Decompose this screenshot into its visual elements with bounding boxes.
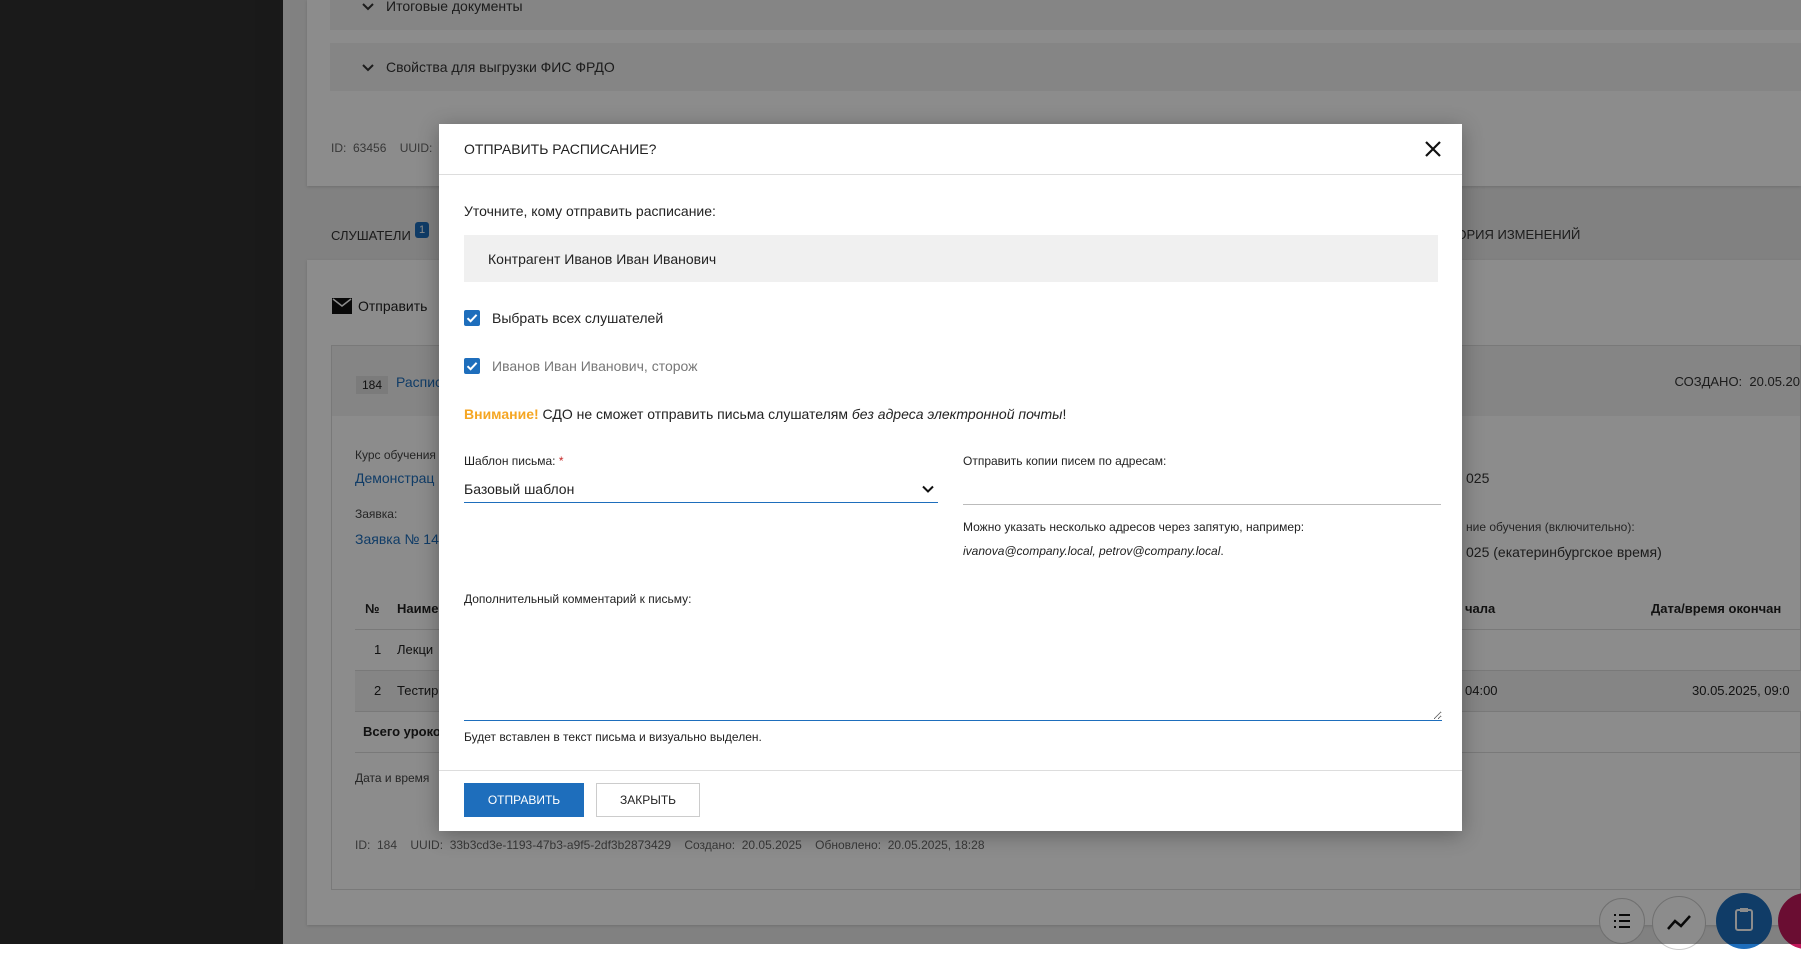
copies-hint-text: Можно указать несколько адресов через за… bbox=[963, 520, 1305, 534]
template-label-text: Шаблон письма: bbox=[464, 454, 556, 468]
checkbox-checked-icon[interactable] bbox=[464, 310, 480, 326]
warning-text: СДО не сможет отправить письма слушателя… bbox=[538, 406, 852, 422]
warning-strong: Внимание! bbox=[464, 406, 539, 422]
send-schedule-dialog: ОТПРАВИТЬ РАСПИСАНИЕ? Уточните, кому отп… bbox=[439, 124, 1462, 831]
warning-tail: ! bbox=[1062, 406, 1067, 422]
copies-hint-tail: . bbox=[1220, 544, 1224, 558]
copies-hint-example-line: ivanova@company.local, petrov@company.lo… bbox=[963, 539, 1437, 563]
copies-hint: Можно указать несколько адресов через за… bbox=[963, 515, 1437, 563]
recipient-field: Контрагент Иванов Иван Иванович bbox=[464, 235, 1438, 282]
template-label: Шаблон письма: * bbox=[464, 454, 564, 468]
copies-label: Отправить копии писем по адресам: bbox=[963, 454, 1167, 468]
template-value: Базовый шаблон bbox=[464, 481, 575, 497]
comment-label: Дополнительный комментарий к письму: bbox=[464, 592, 692, 606]
comment-hint: Будет вставлен в текст письма и визуальн… bbox=[464, 730, 762, 744]
warning-message: Внимание! СДО не сможет отправить письма… bbox=[464, 406, 1066, 422]
dialog-header: ОТПРАВИТЬ РАСПИСАНИЕ? bbox=[439, 124, 1462, 175]
copies-hint-example: ivanova@company.local, petrov@company.lo… bbox=[963, 544, 1221, 558]
copies-email-input[interactable] bbox=[963, 476, 1441, 505]
comment-textarea[interactable] bbox=[464, 612, 1442, 721]
recipient-value: Контрагент Иванов Иван Иванович bbox=[488, 251, 717, 267]
close-button[interactable]: ЗАКРЫТЬ bbox=[596, 783, 700, 817]
template-select[interactable]: Базовый шаблон bbox=[464, 472, 938, 503]
warning-emphasis: без адреса электронной почты bbox=[851, 406, 1063, 422]
dialog-title: ОТПРАВИТЬ РАСПИСАНИЕ? bbox=[464, 141, 657, 157]
listener-label: Иванов Иван Иванович, сторож bbox=[492, 358, 698, 374]
dialog-footer: ОТПРАВИТЬ ЗАКРЫТЬ bbox=[439, 770, 1462, 831]
listener-checkbox[interactable]: Иванов Иван Иванович, сторож bbox=[464, 358, 698, 374]
chevron-down-icon bbox=[922, 485, 934, 493]
select-all-label: Выбрать всех слушателей bbox=[492, 310, 664, 326]
select-all-checkbox[interactable]: Выбрать всех слушателей bbox=[464, 310, 663, 326]
recipient-prompt: Уточните, кому отправить расписание: bbox=[464, 203, 716, 219]
close-icon[interactable] bbox=[1422, 138, 1444, 160]
required-mark: * bbox=[558, 454, 564, 468]
checkbox-checked-icon[interactable] bbox=[464, 358, 480, 374]
send-button[interactable]: ОТПРАВИТЬ bbox=[464, 783, 584, 817]
